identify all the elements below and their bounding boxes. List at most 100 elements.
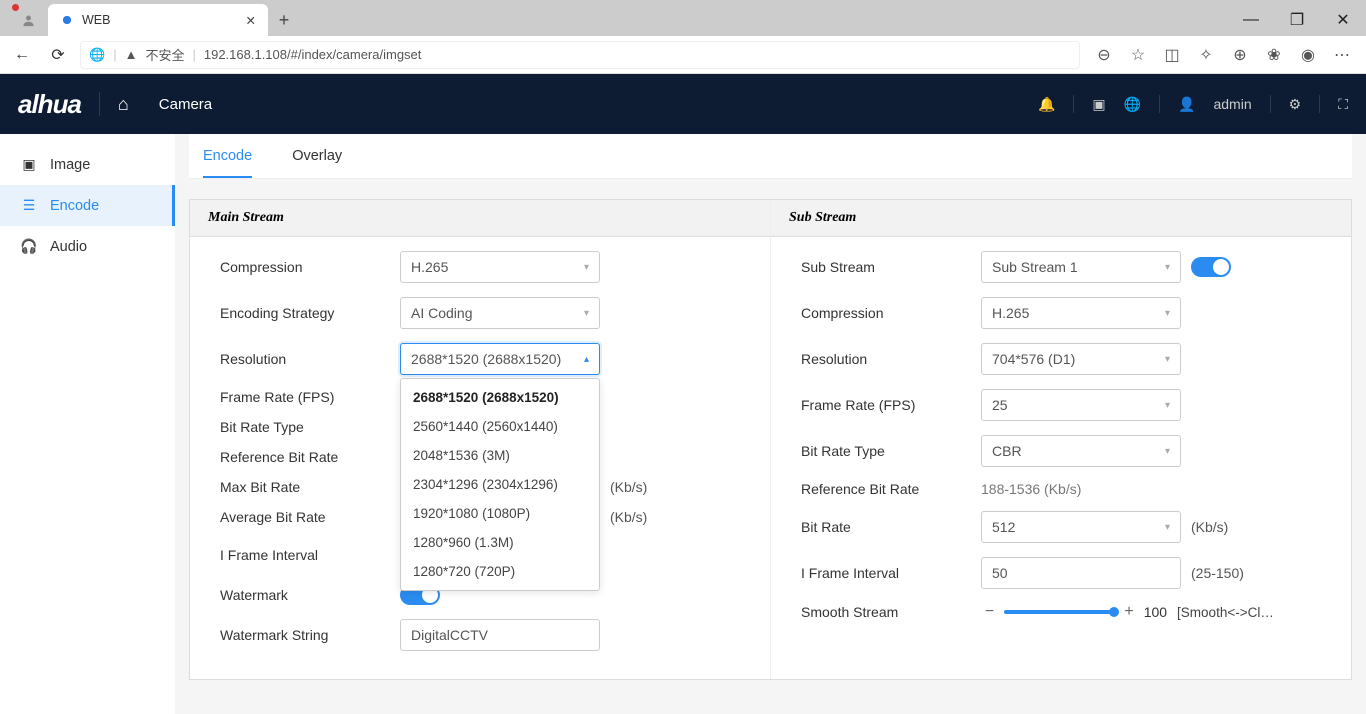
compression-select[interactable]: H.265▾ xyxy=(400,251,600,283)
user-icon: 👤 xyxy=(1178,96,1195,113)
encode-panel: Main Stream Compression H.265▾ Encoding … xyxy=(189,199,1352,680)
browser-tab[interactable]: WEB ✕ xyxy=(48,4,268,36)
zoom-icon[interactable]: ⊖ xyxy=(1094,45,1114,65)
sidebar-item-image[interactable]: ▣ Image xyxy=(0,144,175,185)
sidebar-item-label: Audio xyxy=(50,239,87,255)
favorites-bar-icon[interactable]: ✧ xyxy=(1196,45,1216,65)
tab-title: WEB xyxy=(82,13,110,27)
strategy-label: Encoding Strategy xyxy=(220,305,400,321)
resolution-select[interactable]: 2688*1520 (2688x1520)▴ 2688*1520 (2688x1… xyxy=(400,343,600,375)
refresh-button[interactable]: ⟳ xyxy=(44,41,72,69)
resolution-option[interactable]: 2048*1536 (3M) xyxy=(401,441,599,470)
maximize-button[interactable]: ❐ xyxy=(1274,4,1320,36)
close-tab-icon[interactable]: ✕ xyxy=(246,13,256,28)
substream-label: Sub Stream xyxy=(801,259,981,275)
wmstring-label: Watermark String xyxy=(220,627,400,643)
sub-stream-column: Sub Stream Sub Stream Sub Stream 1▾ Comp… xyxy=(770,200,1351,679)
tab-overlay[interactable]: Overlay xyxy=(292,148,342,178)
brt-label: Bit Rate Type xyxy=(220,419,400,435)
sub-brt-label: Bit Rate Type xyxy=(801,443,981,459)
chevron-down-icon: ▾ xyxy=(584,308,589,319)
menu-icon[interactable]: ⋯ xyxy=(1332,45,1352,65)
sub-iframe-label: I Frame Interval xyxy=(801,565,981,581)
split-icon[interactable]: ◫ xyxy=(1162,45,1182,65)
collections-icon[interactable]: ⊕ xyxy=(1230,45,1250,65)
chevron-up-icon: ▴ xyxy=(584,354,589,365)
sidebar-item-encode[interactable]: ☰ Encode xyxy=(0,185,175,226)
sub-resolution-select[interactable]: 704*576 (D1)▾ xyxy=(981,343,1181,375)
favicon-icon xyxy=(60,13,74,27)
url-field[interactable]: 🌐 | ▲ 不安全 | 192.168.1.108/#/index/camera… xyxy=(80,41,1080,69)
sub-iframe-input[interactable]: 50 xyxy=(981,557,1181,589)
archive-icon[interactable]: ▣ xyxy=(1092,96,1105,113)
sub-refbr-value: 188-1536 (Kb/s) xyxy=(981,481,1081,497)
home-icon[interactable]: ⌂ xyxy=(118,94,129,115)
chevron-down-icon: ▾ xyxy=(584,262,589,273)
minus-icon[interactable]: − xyxy=(981,603,998,621)
breadcrumb: Camera xyxy=(159,96,212,113)
chevron-down-icon: ▾ xyxy=(1165,522,1170,533)
favorite-icon[interactable]: ☆ xyxy=(1128,45,1148,65)
sub-fps-select[interactable]: 25▾ xyxy=(981,389,1181,421)
gear-icon[interactable]: ⚙ xyxy=(1289,96,1302,113)
close-window-button[interactable]: ✕ xyxy=(1320,4,1366,36)
extension-icon[interactable]: ❀ xyxy=(1264,45,1284,65)
plus-icon[interactable]: + xyxy=(1120,603,1137,621)
strategy-select[interactable]: AI Coding▾ xyxy=(400,297,600,329)
resolution-option[interactable]: 1920*1080 (1080P) xyxy=(401,499,599,528)
sub-bitrate-suffix: (Kb/s) xyxy=(1191,519,1228,535)
new-tab-button[interactable]: + xyxy=(268,4,300,36)
sidebar-item-label: Image xyxy=(50,157,90,173)
smooth-value: 100 xyxy=(1144,604,1167,620)
back-button[interactable]: ← xyxy=(8,41,36,69)
resolution-option[interactable]: 1280*720 (720P) xyxy=(401,557,599,586)
sub-brt-select[interactable]: CBR▾ xyxy=(981,435,1181,467)
fullscreen-icon[interactable]: ⛶ xyxy=(1338,96,1348,113)
app-header: alhua ⌂ Camera 🔔 ▣ 🌐 👤 admin ⚙ ⛶ xyxy=(0,74,1366,134)
username[interactable]: admin xyxy=(1213,96,1251,112)
globe-icon[interactable]: 🌐 xyxy=(1124,96,1141,113)
sidebar-item-audio[interactable]: 🎧 Audio xyxy=(0,226,175,267)
sub-stream-title: Sub Stream xyxy=(771,200,1351,237)
sub-compression-select[interactable]: H.265▾ xyxy=(981,297,1181,329)
minimize-button[interactable]: — xyxy=(1228,4,1274,36)
slider-track[interactable] xyxy=(1004,610,1114,614)
sub-resolution-label: Resolution xyxy=(801,351,981,367)
main-stream-title: Main Stream xyxy=(190,200,770,237)
resolution-dropdown: 2688*1520 (2688x1520) 2560*1440 (2560x14… xyxy=(400,378,600,591)
refbr-label: Reference Bit Rate xyxy=(220,449,400,465)
header-right: 🔔 ▣ 🌐 👤 admin ⚙ ⛶ xyxy=(1038,95,1348,113)
headphones-icon: 🎧 xyxy=(20,238,38,255)
browser-chrome: WEB ✕ + — ❐ ✕ ← ⟳ 🌐 | ▲ 不安全 | 192.168.1.… xyxy=(0,0,1366,74)
tab-encode[interactable]: Encode xyxy=(203,148,252,178)
resolution-option[interactable]: 1280*960 (1.3M) xyxy=(401,528,599,557)
ie-mode-icon: 🌐 xyxy=(89,47,105,63)
inprivate-icon[interactable]: ◉ xyxy=(1298,45,1318,65)
smooth-hint: [Smooth<->Cle... xyxy=(1177,605,1277,620)
avgbr-suffix: (Kb/s) xyxy=(610,509,647,525)
security-text: 不安全 xyxy=(145,45,184,64)
watermark-label: Watermark xyxy=(220,587,400,603)
content-tabs: Encode Overlay xyxy=(189,134,1352,179)
bell-icon[interactable]: 🔔 xyxy=(1038,96,1055,113)
main-stream-column: Main Stream Compression H.265▾ Encoding … xyxy=(190,200,770,679)
profile-icon[interactable] xyxy=(14,6,42,34)
warning-icon: ▲ xyxy=(125,47,138,62)
resolution-option[interactable]: 2560*1440 (2560x1440) xyxy=(401,412,599,441)
wmstring-input[interactable]: DigitalCCTV xyxy=(400,619,600,651)
window-controls: — ❐ ✕ xyxy=(1228,4,1366,36)
smooth-slider[interactable]: − + 100 xyxy=(981,603,1167,621)
tab-bar: WEB ✕ + — ❐ ✕ xyxy=(0,0,1366,36)
camera-icon: ▣ xyxy=(20,156,38,173)
chevron-down-icon: ▾ xyxy=(1165,446,1170,457)
address-bar: ← ⟳ 🌐 | ▲ 不安全 | 192.168.1.108/#/index/ca… xyxy=(0,36,1366,74)
resolution-option[interactable]: 2304*1296 (2304x1296) xyxy=(401,470,599,499)
slider-thumb[interactable] xyxy=(1109,607,1119,617)
resolution-option[interactable]: 2688*1520 (2688x1520) xyxy=(401,383,599,412)
app-body: ▣ Image ☰ Encode 🎧 Audio Encode Overlay … xyxy=(0,134,1366,714)
substream-toggle[interactable] xyxy=(1191,257,1231,277)
sub-bitrate-select[interactable]: 512▾ xyxy=(981,511,1181,543)
compression-label: Compression xyxy=(220,259,400,275)
avgbr-label: Average Bit Rate xyxy=(220,509,400,525)
substream-select[interactable]: Sub Stream 1▾ xyxy=(981,251,1181,283)
